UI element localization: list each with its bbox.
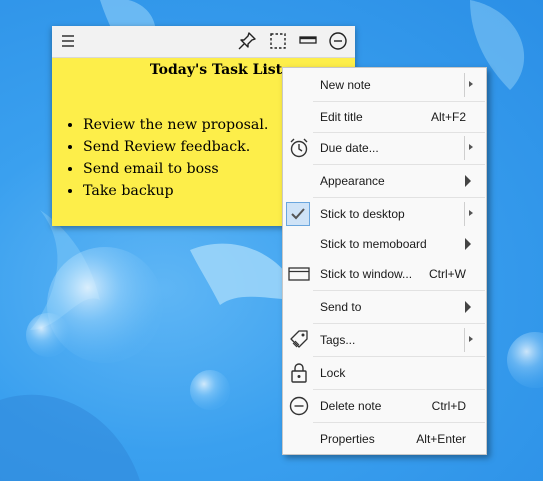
select-icon[interactable] (267, 30, 289, 52)
menu-separator (313, 101, 485, 102)
submenu-arrow-icon[interactable] (469, 336, 473, 342)
menu-item-appearance[interactable]: Appearance (283, 167, 486, 195)
minus-circle-icon (287, 395, 311, 417)
menu-separator (313, 290, 485, 291)
menu-item-delete-note[interactable]: Delete note Ctrl+D (283, 392, 486, 420)
list-item: Review the new proposal. (83, 114, 268, 136)
list-item: Send Review feedback. (83, 136, 268, 158)
menu-item-label: Properties (320, 432, 375, 446)
window-icon (287, 263, 311, 285)
menu-item-label: Lock (320, 366, 346, 380)
menu-item-stick-memoboard[interactable]: Stick to memoboard (283, 230, 486, 258)
submenu-arrow-icon (465, 238, 471, 250)
menu-item-shortcut: Ctrl+D (431, 399, 466, 413)
list-item: Take backup (83, 180, 268, 202)
menu-item-due-date[interactable]: Due date... (283, 134, 486, 162)
menu-item-label: Send to (320, 300, 362, 314)
menu-item-label: New note (320, 78, 371, 92)
tag-icon (287, 329, 311, 351)
menu-item-label: Delete note (320, 399, 382, 413)
menu-separator (313, 422, 485, 423)
submenu-divider (464, 73, 465, 97)
menu-item-stick-window[interactable]: Stick to window... Ctrl+W (283, 260, 486, 288)
submenu-divider (464, 202, 465, 226)
menu-item-label: Stick to memoboard (320, 237, 427, 251)
menu-item-shortcut: Ctrl+W (429, 267, 466, 281)
rollup-icon[interactable] (297, 30, 319, 52)
menu-item-label: Edit title (320, 110, 363, 124)
menu-item-label: Tags... (320, 333, 356, 347)
submenu-arrow-icon[interactable] (469, 210, 473, 216)
alarm-clock-icon (287, 137, 311, 159)
menu-item-label: Appearance (320, 174, 385, 188)
lock-icon (287, 362, 311, 384)
menu-item-stick-desktop[interactable]: Stick to desktop (283, 200, 486, 228)
checkmark-icon (286, 202, 310, 226)
menu-item-properties[interactable]: Properties Alt+Enter (283, 425, 486, 453)
submenu-arrow-icon[interactable] (469, 144, 473, 150)
menu-item-label: Due date... (320, 141, 379, 155)
list-item: Send email to boss (83, 158, 268, 180)
menu-item-label: Stick to desktop (320, 207, 405, 221)
menu-separator (313, 164, 485, 165)
submenu-divider (464, 328, 465, 352)
minus-circle-icon[interactable] (327, 30, 349, 52)
submenu-arrow-icon (465, 301, 471, 313)
menu-separator (313, 356, 485, 357)
menu-item-label: Stick to window... (320, 267, 413, 281)
submenu-divider (464, 136, 465, 160)
menu-item-shortcut: Alt+Enter (416, 432, 466, 446)
submenu-arrow-icon[interactable] (469, 81, 473, 87)
pin-icon[interactable] (236, 30, 258, 52)
note-toolbar (52, 26, 355, 58)
menu-item-new-note[interactable]: New note (283, 71, 486, 99)
menu-item-lock[interactable]: Lock (283, 359, 486, 387)
menu-item-edit-title[interactable]: Edit title Alt+F2 (283, 103, 486, 131)
menu-item-shortcut: Alt+F2 (430, 110, 466, 124)
menu-icon[interactable] (57, 30, 79, 52)
menu-separator (313, 389, 485, 390)
menu-separator (313, 323, 485, 324)
menu-separator (313, 197, 485, 198)
context-menu: New note Edit title Alt+F2 Due date... A… (282, 67, 487, 455)
menu-item-send-to[interactable]: Send to (283, 293, 486, 321)
submenu-arrow-icon (465, 175, 471, 187)
task-list[interactable]: Review the new proposal. Send Review fee… (66, 114, 268, 202)
menu-separator (313, 132, 485, 133)
menu-item-tags[interactable]: Tags... (283, 326, 486, 354)
